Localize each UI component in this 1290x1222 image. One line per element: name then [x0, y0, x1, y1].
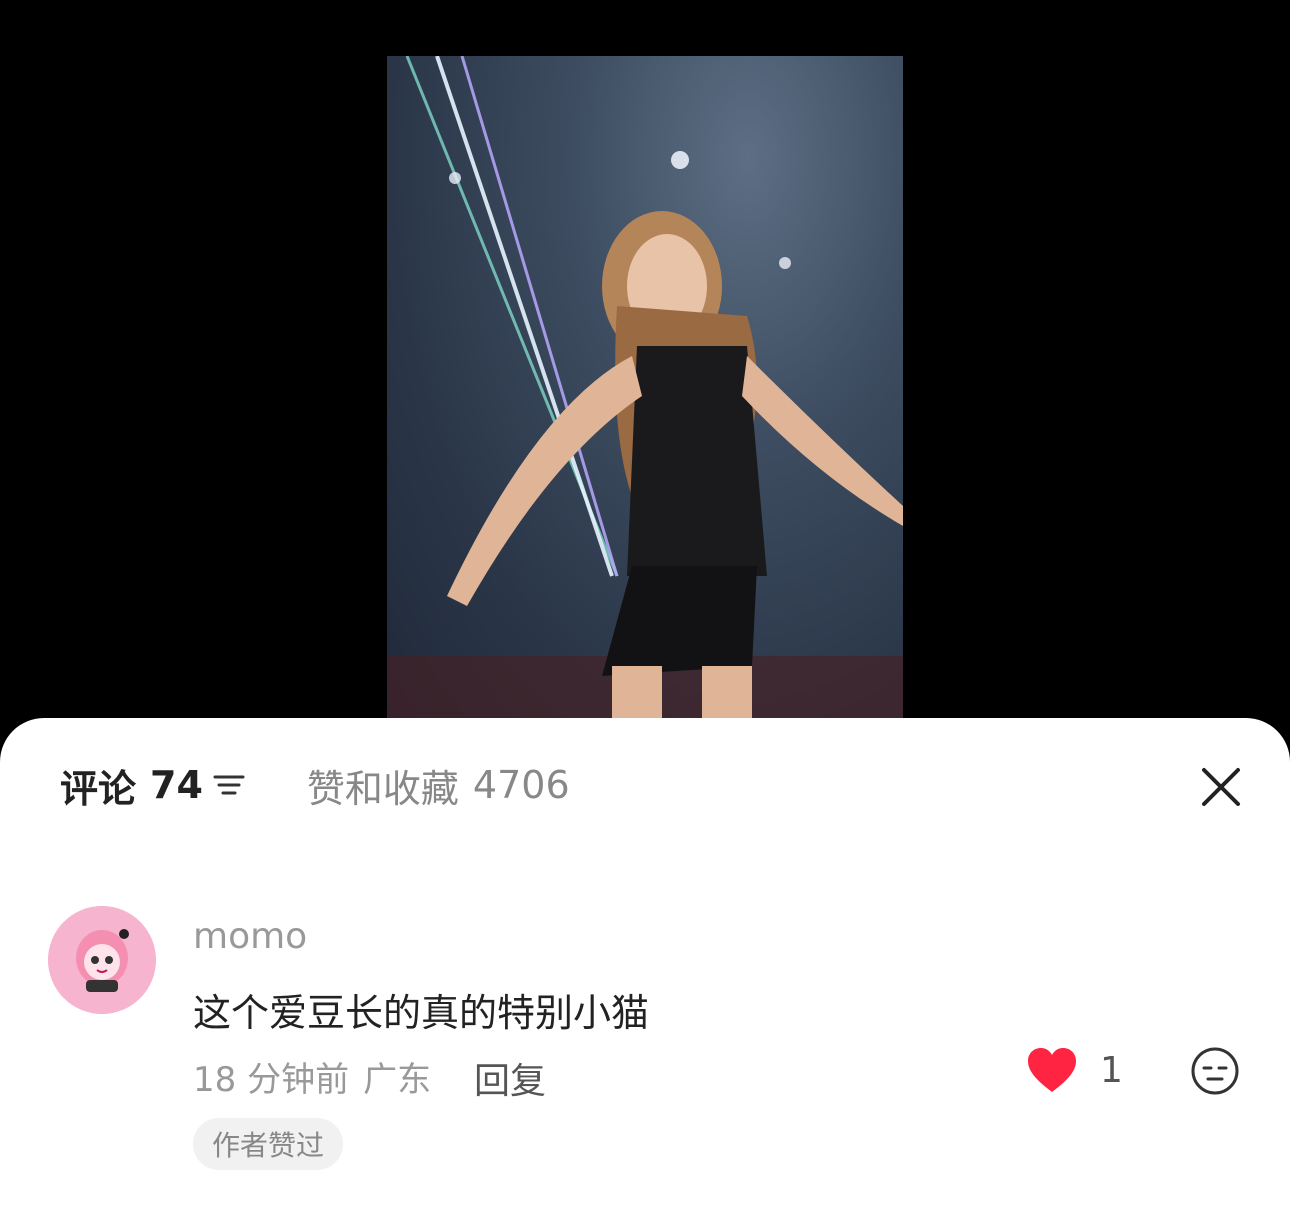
comment-item: momo 这个爱豆长的真的特别小猫 18 分钟前 广东 回复 1 作者赞过	[48, 906, 1248, 1186]
tab-likes-count: 4706	[472, 763, 570, 807]
comment-meta: 18 分钟前 广东	[193, 1052, 431, 1101]
reply-button[interactable]: 回复	[474, 1052, 546, 1104]
tab-comments[interactable]: 评论 74	[60, 758, 247, 813]
emoji-icon[interactable]	[1190, 1046, 1240, 1096]
tab-likes-collects[interactable]: 赞和收藏 4706	[307, 758, 570, 813]
avatar[interactable]	[48, 906, 156, 1014]
tab-bar: 评论 74 赞和收藏 4706	[60, 758, 570, 812]
like-count: 1	[1100, 1049, 1123, 1091]
tab-comments-count: 74	[150, 763, 203, 807]
video-image	[387, 56, 903, 740]
comment-location: 广东	[363, 1060, 432, 1100]
tab-comments-label: 评论	[60, 766, 137, 811]
comment-username[interactable]: momo	[193, 916, 307, 957]
avatar-image	[48, 906, 156, 1014]
video-player[interactable]	[0, 0, 1290, 740]
heart-icon[interactable]	[1026, 1046, 1078, 1094]
close-icon[interactable]	[1196, 762, 1246, 812]
comment-text: 这个爱豆长的真的特别小猫	[193, 991, 650, 1035]
author-liked-badge: 作者赞过	[193, 1118, 344, 1170]
comment-time: 18 分钟前	[193, 1060, 350, 1100]
video-frame[interactable]	[387, 56, 903, 740]
like-button[interactable]: 1	[1026, 1046, 1123, 1094]
comment-sheet: 评论 74 赞和收藏 4706 momo 这个爱豆长的真的特别小猫 18 分钟前…	[0, 718, 1290, 1222]
sort-icon[interactable]	[211, 770, 247, 800]
tab-likes-label: 赞和收藏	[306, 766, 459, 811]
